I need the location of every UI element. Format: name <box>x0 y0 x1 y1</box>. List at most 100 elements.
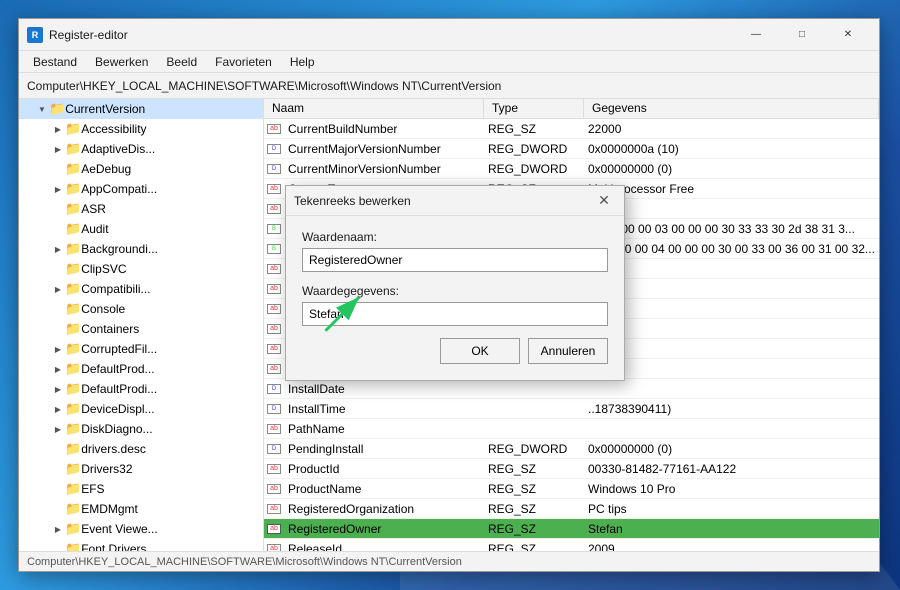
tree-item-fontdrivers[interactable]: 📁 Font Drivers <box>19 539 263 551</box>
folder-icon: 📁 <box>65 461 81 477</box>
folder-icon: 📁 <box>65 361 81 377</box>
value-naam: CurrentMinorVersionNumber <box>284 162 484 176</box>
tree-item-aedebug[interactable]: 📁 AeDebug <box>19 159 263 179</box>
tree-item-defaultprodi[interactable]: ▶ 📁 DefaultProdi... <box>19 379 263 399</box>
tree-item-drivers32[interactable]: 📁 Drivers32 <box>19 459 263 479</box>
status-bar: Computer\HKEY_LOCAL_MACHINE\SOFTWARE\Mic… <box>19 551 879 571</box>
table-row[interactable]: ab PathName <box>264 419 879 439</box>
table-row-registered-owner[interactable]: ab RegisteredOwner REG_SZ Stefan <box>264 519 879 539</box>
dialog-ok-button[interactable]: OK <box>440 338 520 364</box>
tree-item-eventviewer[interactable]: ▶ 📁 Event Viewe... <box>19 519 263 539</box>
tree-item-accessibility[interactable]: ▶ 📁 Accessibility <box>19 119 263 139</box>
reg-ab-icon: ab <box>267 324 281 334</box>
address-path[interactable]: Computer\HKEY_LOCAL_MACHINE\SOFTWARE\Mic… <box>27 79 501 93</box>
tree-item-console[interactable]: 📁 Console <box>19 299 263 319</box>
table-row[interactable]: ab CurrentBuildNumber REG_SZ 22000 <box>264 119 879 139</box>
value-type: REG_DWORD <box>484 142 584 156</box>
value-data: 00330-81482-77161-AA122 <box>584 462 879 476</box>
value-data: Windows 10 Pro <box>584 482 879 496</box>
value-type: REG_DWORD <box>484 442 584 456</box>
reg-ab-icon: ab <box>267 124 281 134</box>
table-row[interactable]: ab RegisteredOrganization REG_SZ PC tips <box>264 499 879 519</box>
tree-item-efs[interactable]: 📁 EFS <box>19 479 263 499</box>
menu-bewerken[interactable]: Bewerken <box>87 53 156 71</box>
dialog-input-name[interactable] <box>302 248 608 272</box>
folder-icon: 📁 <box>65 481 81 497</box>
tree-panel[interactable]: ▼ 📁 CurrentVersion ▶ 📁 Accessibility ▶ <box>19 99 264 551</box>
reg-ab-icon: ab <box>267 264 281 274</box>
table-row[interactable]: ab ProductName REG_SZ Windows 10 Pro <box>264 479 879 499</box>
dialog-close-button[interactable]: ✕ <box>592 189 616 213</box>
tree-item-corruptedfil[interactable]: ▶ 📁 CorruptedFil... <box>19 339 263 359</box>
folder-icon: 📁 <box>49 101 65 117</box>
menu-bestand[interactable]: Bestand <box>25 53 85 71</box>
menu-help[interactable]: Help <box>282 53 323 71</box>
col-header-type[interactable]: Type <box>484 99 584 118</box>
dialog-input-data[interactable] <box>302 302 608 326</box>
tree-arrow: ▶ <box>51 362 65 376</box>
folder-icon: 📁 <box>65 241 81 257</box>
folder-icon: 📁 <box>65 341 81 357</box>
tree-item-currentversion[interactable]: ▼ 📁 CurrentVersion <box>19 99 263 119</box>
tree-item-appcompat[interactable]: ▶ 📁 AppCompati... <box>19 179 263 199</box>
col-header-naam[interactable]: Naam <box>264 99 484 118</box>
minimize-button[interactable]: — <box>733 19 779 51</box>
close-button[interactable]: ✕ <box>825 19 871 51</box>
folder-icon: 📁 <box>65 141 81 157</box>
tree-item-driversdesc[interactable]: 📁 drivers.desc <box>19 439 263 459</box>
tree-item-adaptivedis[interactable]: ▶ 📁 AdaptiveDis... <box>19 139 263 159</box>
maximize-button[interactable]: □ <box>779 19 825 51</box>
reg-binary-icon: B <box>267 224 281 234</box>
reg-ab-icon: ab <box>267 204 281 214</box>
dialog-label-name: Waardenaam: <box>302 230 608 244</box>
value-type: REG_SZ <box>484 542 584 552</box>
dialog-buttons: OK Annuleren <box>302 338 608 368</box>
value-data: ..18738390411) <box>584 402 879 416</box>
menu-beeld[interactable]: Beeld <box>158 53 205 71</box>
folder-icon: 📁 <box>65 121 81 137</box>
dialog-cancel-button[interactable]: Annuleren <box>528 338 608 364</box>
folder-icon: 📁 <box>65 401 81 417</box>
table-row[interactable]: D InstallDate <box>264 379 879 399</box>
tree-item-containers[interactable]: 📁 Containers <box>19 319 263 339</box>
col-header-gegevens[interactable]: Gegevens <box>584 99 879 118</box>
table-row[interactable]: D InstallTime ..18738390411) <box>264 399 879 419</box>
tree-item-devicedispl[interactable]: ▶ 📁 DeviceDispl... <box>19 399 263 419</box>
reg-dword-icon: D <box>267 444 281 454</box>
tree-item-defaultprod[interactable]: ▶ 📁 DefaultProd... <box>19 359 263 379</box>
folder-icon: 📁 <box>65 201 81 217</box>
tree-item-compatibility[interactable]: ▶ 📁 Compatibili... <box>19 279 263 299</box>
tree-expand-arrow: ▼ <box>35 102 49 116</box>
value-naam: InstallDate <box>284 382 484 396</box>
folder-icon: 📁 <box>65 521 81 537</box>
value-type: REG_SZ <box>484 122 584 136</box>
tree-item-audit[interactable]: 📁 Audit <box>19 219 263 239</box>
tree-item-asr[interactable]: 📁 ASR <box>19 199 263 219</box>
values-header: Naam Type Gegevens <box>264 99 879 119</box>
menu-favorieten[interactable]: Favorieten <box>207 53 280 71</box>
reg-ab-icon: ab <box>267 344 281 354</box>
reg-ab-icon: ab <box>267 364 281 374</box>
tree-arrow: ▶ <box>51 242 65 256</box>
folder-icon: 📁 <box>65 161 81 177</box>
reg-dword-icon: D <box>267 384 281 394</box>
table-row[interactable]: ab ReleaseId REG_SZ 2009 <box>264 539 879 551</box>
table-row[interactable]: D PendingInstall REG_DWORD 0x00000000 (0… <box>264 439 879 459</box>
tree-item-backgroundi[interactable]: ▶ 📁 Backgroundi... <box>19 239 263 259</box>
tree-item-diskdiagno[interactable]: ▶ 📁 DiskDiagno... <box>19 419 263 439</box>
table-row[interactable]: D CurrentMinorVersionNumber REG_DWORD 0x… <box>264 159 879 179</box>
value-naam: RegisteredOrganization <box>284 502 484 516</box>
tree-arrow <box>51 502 65 516</box>
value-data: 22000 <box>584 122 879 136</box>
tree-item-emdmgmt[interactable]: 📁 EMDMgmt <box>19 499 263 519</box>
value-type: REG_SZ <box>484 502 584 516</box>
folder-icon: 📁 <box>65 421 81 437</box>
folder-icon: 📁 <box>65 261 81 277</box>
reg-ab-icon: ab <box>267 544 281 552</box>
tree-arrow: ▶ <box>51 182 65 196</box>
tree-item-clipsvc[interactable]: 📁 ClipSVC <box>19 259 263 279</box>
status-text: Computer\HKEY_LOCAL_MACHINE\SOFTWARE\Mic… <box>27 556 462 568</box>
table-row[interactable]: ab ProductId REG_SZ 00330-81482-77161-AA… <box>264 459 879 479</box>
dialog-body: Waardenaam: Waardegegevens: OK Annuleren <box>286 216 624 380</box>
table-row[interactable]: D CurrentMajorVersionNumber REG_DWORD 0x… <box>264 139 879 159</box>
